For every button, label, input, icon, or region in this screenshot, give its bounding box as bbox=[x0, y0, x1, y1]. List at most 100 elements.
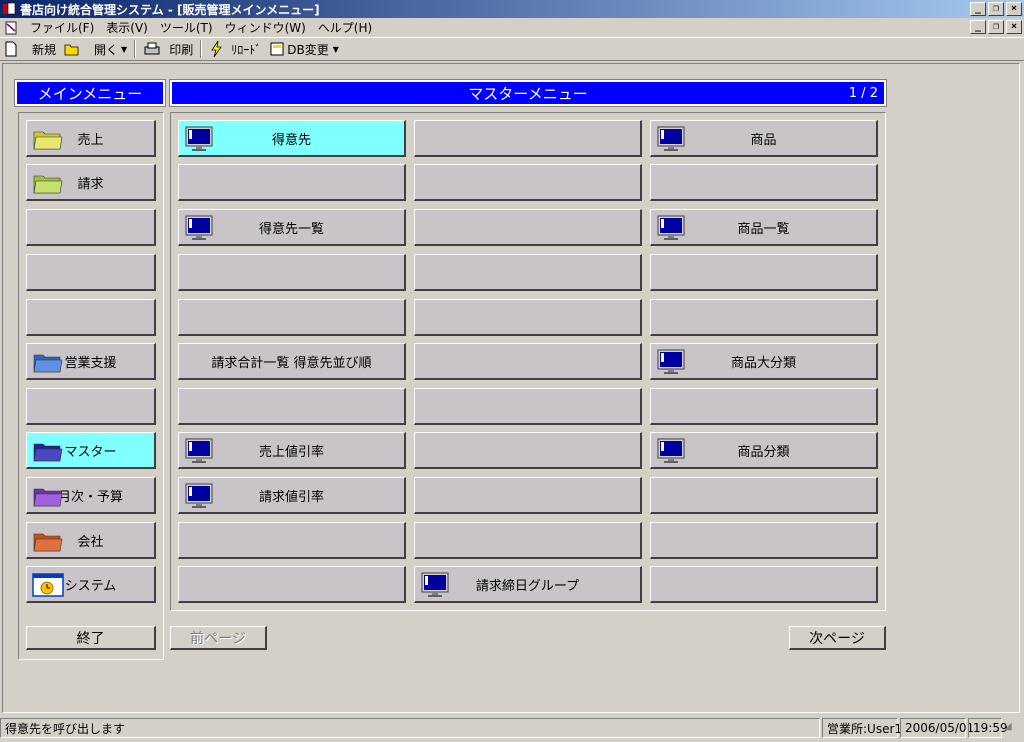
main-menu-empty-slot[interactable] bbox=[26, 209, 156, 246]
main-menu-item[interactable]: 営業支援 bbox=[26, 343, 156, 380]
main-menu-title: メインメニュー bbox=[37, 84, 143, 103]
master-menu-empty-slot[interactable] bbox=[650, 254, 878, 291]
print-label: 印刷 bbox=[169, 42, 194, 57]
main-menu-empty-slot[interactable] bbox=[26, 299, 156, 336]
folder-orange-icon bbox=[33, 533, 63, 552]
master-menu-item[interactable]: 商品分類 bbox=[650, 432, 878, 469]
master-menu-empty-slot[interactable] bbox=[178, 254, 406, 291]
main-menu-empty-slot[interactable] bbox=[26, 254, 156, 291]
monitor-icon bbox=[657, 349, 685, 374]
master-menu-empty-slot[interactable] bbox=[414, 432, 642, 469]
next-page-button[interactable]: 次ページ bbox=[789, 626, 886, 650]
main-menu-item[interactable]: 会社 bbox=[26, 522, 156, 559]
master-menu-empty-slot[interactable] bbox=[178, 566, 406, 603]
title-bar: 書店向け統合管理システム - [販売管理メインメニュー] _ ❐ × bbox=[0, 0, 1024, 18]
status-message: 得意先を呼び出します bbox=[0, 718, 820, 738]
master-menu-empty-slot[interactable] bbox=[650, 299, 878, 336]
master-menu-empty-slot[interactable] bbox=[178, 299, 406, 336]
close-button[interactable]: × bbox=[1006, 2, 1022, 16]
master-menu-item[interactable]: 商品一覧 bbox=[650, 209, 878, 246]
menu-tools[interactable]: ツール(T) bbox=[154, 19, 219, 36]
monitor-icon bbox=[657, 215, 685, 240]
menu-window[interactable]: ウィンドウ(W) bbox=[219, 19, 312, 36]
button-label: 売上値引率 bbox=[258, 444, 324, 460]
open-label: 開く bbox=[94, 42, 119, 57]
master-menu-item[interactable]: 商品 bbox=[650, 120, 878, 157]
master-menu-item[interactable]: 請求値引率 bbox=[178, 477, 406, 514]
document-icon bbox=[5, 21, 17, 34]
main-menu-item[interactable]: 請求 bbox=[26, 164, 156, 201]
button-label: 請求締日グループ bbox=[475, 578, 580, 594]
button-label: 請求 bbox=[77, 176, 104, 192]
folder-navy-icon bbox=[33, 443, 63, 462]
master-menu-empty-slot[interactable] bbox=[650, 566, 878, 603]
master-menu-empty-slot[interactable] bbox=[414, 477, 642, 514]
status-bar: 得意先を呼び出します 営業所:User1 2006/05/01 19:59 ◢ bbox=[0, 716, 1024, 740]
main-menu-item[interactable]: 売上 bbox=[26, 120, 156, 157]
restore-button[interactable]: ❐ bbox=[988, 2, 1004, 16]
page-indicator: 1 / 2 bbox=[848, 85, 878, 101]
mdi-restore-button[interactable]: ❐ bbox=[988, 20, 1004, 34]
master-menu-empty-slot[interactable] bbox=[650, 388, 878, 425]
monitor-icon bbox=[185, 215, 213, 240]
mdi-close-button[interactable]: × bbox=[1006, 20, 1022, 34]
chevron-down-icon: ▼ bbox=[121, 44, 128, 54]
master-menu-empty-slot[interactable] bbox=[414, 343, 642, 380]
open-folder-icon bbox=[64, 44, 79, 56]
reload-label: ﾘﾛｰﾄﾞ bbox=[231, 42, 262, 57]
resize-grip[interactable]: ◢ bbox=[1004, 721, 1018, 735]
main-menu-header: メインメニュー bbox=[14, 79, 166, 107]
button-label: システム bbox=[64, 578, 117, 594]
menu-view[interactable]: 表示(V) bbox=[100, 19, 154, 36]
master-menu-item[interactable]: 請求締日グループ bbox=[414, 566, 642, 603]
reload-button[interactable]: ﾘﾛｰﾄﾞ bbox=[205, 38, 265, 60]
master-menu-empty-slot[interactable] bbox=[414, 120, 642, 157]
open-button[interactable]: 開く ▼ bbox=[60, 38, 131, 60]
button-label: 月次・予算 bbox=[57, 489, 123, 505]
master-menu-item[interactable]: 請求合計一覧 得意先並び順 bbox=[178, 343, 406, 380]
master-menu-empty-slot[interactable] bbox=[414, 164, 642, 201]
menu-bar: ファイル(F) 表示(V) ツール(T) ウィンドウ(W) ヘルプ(H) _ ❐… bbox=[0, 18, 1024, 37]
main-menu-item[interactable]: システム bbox=[26, 566, 156, 603]
exit-button[interactable]: 終了 bbox=[26, 626, 156, 650]
system-clock-icon bbox=[32, 573, 64, 597]
new-button[interactable]: 新規 bbox=[0, 38, 60, 60]
minimize-button[interactable]: _ bbox=[970, 2, 986, 16]
button-label: マスター bbox=[64, 444, 117, 460]
monitor-icon bbox=[185, 483, 213, 508]
button-label: 商品大分類 bbox=[730, 355, 796, 371]
master-menu-empty-slot[interactable] bbox=[414, 522, 642, 559]
menu-help[interactable]: ヘルプ(H) bbox=[312, 19, 378, 36]
master-menu-item[interactable]: 得意先一覧 bbox=[178, 209, 406, 246]
monitor-icon bbox=[421, 572, 449, 597]
master-menu-header: マスターメニュー 1 / 2 bbox=[169, 79, 887, 107]
master-menu-empty-slot[interactable] bbox=[650, 477, 878, 514]
master-menu-empty-slot[interactable] bbox=[414, 254, 642, 291]
master-menu-empty-slot[interactable] bbox=[414, 209, 642, 246]
master-menu-item[interactable]: 商品大分類 bbox=[650, 343, 878, 380]
mdi-minimize-button[interactable]: _ bbox=[970, 20, 986, 34]
master-menu-empty-slot[interactable] bbox=[414, 299, 642, 336]
prev-page-button[interactable]: 前ページ bbox=[170, 626, 267, 650]
main-menu-item[interactable]: 月次・予算 bbox=[26, 477, 156, 514]
master-menu-empty-slot[interactable] bbox=[178, 522, 406, 559]
main-menu-item[interactable]: マスター bbox=[26, 432, 156, 469]
button-label: 請求合計一覧 得意先並び順 bbox=[211, 355, 372, 371]
master-menu-item[interactable]: 売上値引率 bbox=[178, 432, 406, 469]
main-menu-empty-slot[interactable] bbox=[26, 388, 156, 425]
master-menu-item[interactable]: 得意先 bbox=[178, 120, 406, 157]
print-button[interactable]: 印刷 bbox=[139, 38, 197, 60]
lightning-icon bbox=[211, 40, 222, 58]
master-menu-empty-slot[interactable] bbox=[178, 388, 406, 425]
master-menu-empty-slot[interactable] bbox=[414, 388, 642, 425]
master-menu-empty-slot[interactable] bbox=[650, 522, 878, 559]
app-icon bbox=[3, 2, 16, 15]
menu-file[interactable]: ファイル(F) bbox=[24, 19, 100, 36]
db-change-button[interactable]: DB変更 ▼ bbox=[265, 38, 343, 60]
toolbar: 新規 開く ▼ 印刷 ﾘﾛｰﾄﾞ DB変更 ▼ bbox=[0, 37, 1024, 61]
master-menu-empty-slot[interactable] bbox=[178, 164, 406, 201]
button-label: 請求値引率 bbox=[258, 489, 324, 505]
window-title: 書店向け統合管理システム - [販売管理メインメニュー] bbox=[20, 2, 320, 17]
monitor-icon bbox=[185, 438, 213, 463]
master-menu-empty-slot[interactable] bbox=[650, 164, 878, 201]
